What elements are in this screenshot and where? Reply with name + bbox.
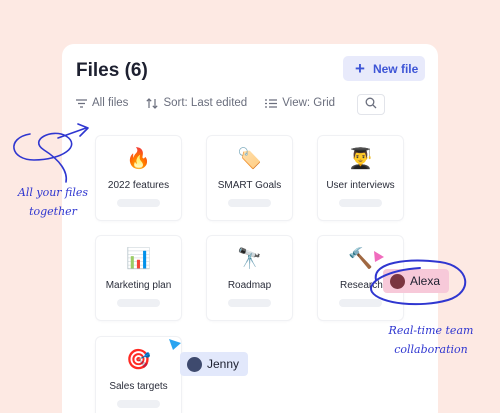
annotation-line: All your files [17, 186, 89, 199]
annotation-line: together [29, 205, 77, 218]
annotation-line: Real-time team [388, 324, 474, 337]
collab-annotation: Real-time team collaboration [378, 321, 484, 359]
files-annotation: All your files together [8, 183, 98, 221]
annotation-line: collaboration [394, 343, 468, 356]
